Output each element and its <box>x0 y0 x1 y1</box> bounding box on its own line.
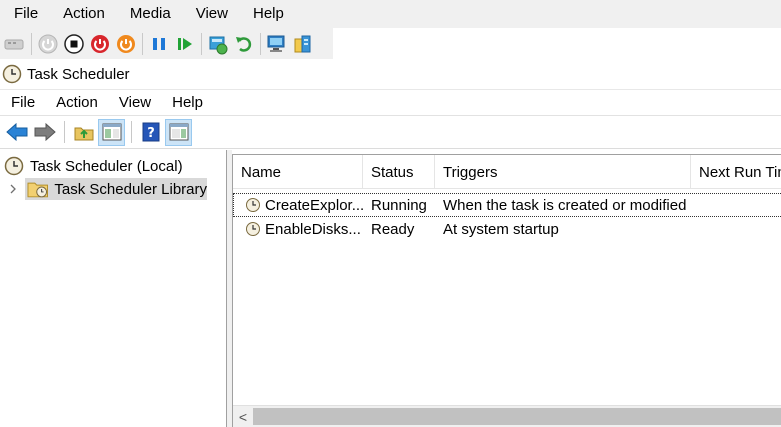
column-header-label: Triggers <box>443 163 498 181</box>
clock-icon <box>2 64 22 84</box>
show-hide-console-tree-icon <box>102 123 121 141</box>
revert-icon <box>236 36 252 52</box>
revert-button[interactable] <box>231 31 257 57</box>
column-header-name[interactable]: Name <box>233 155 363 189</box>
tree-expander[interactable] <box>8 178 18 200</box>
start-icon <box>38 34 58 53</box>
save-state-button[interactable] <box>113 31 139 57</box>
task-status: Ready <box>371 220 415 238</box>
shutdown-icon <box>91 34 109 53</box>
window-titlebar: Task Scheduler <box>0 59 781 89</box>
start-button[interactable] <box>35 31 61 57</box>
horizontal-scrollbar[interactable]: < <box>233 405 781 427</box>
host-menu-action[interactable]: Action <box>49 0 116 28</box>
task-clock-icon <box>246 222 260 236</box>
scroll-left-arrow[interactable]: < <box>233 406 253 427</box>
toolbar-separator <box>201 32 202 55</box>
mmc-menubar: File Action View Help <box>0 89 781 115</box>
console-tree: Task Scheduler (Local) Task Scheduler Li… <box>0 150 227 427</box>
pause-button[interactable] <box>146 31 172 57</box>
play-icon <box>178 37 192 50</box>
show-hide-console-tree-button[interactable] <box>98 118 125 146</box>
help-icon: ? <box>142 122 159 142</box>
menu-action[interactable]: Action <box>45 91 108 115</box>
task-triggers: At system startup <box>443 220 559 238</box>
enhanced-session-button[interactable] <box>264 31 290 57</box>
back-icon <box>5 123 27 141</box>
back-button[interactable] <box>3 119 30 146</box>
up-folder-icon <box>74 127 93 141</box>
column-header-label: Next Run Time <box>699 163 781 181</box>
up-one-level-button[interactable] <box>70 119 97 146</box>
task-triggers: When the task is created or modified <box>443 196 687 214</box>
column-header-label: Status <box>371 163 414 181</box>
ctrl-alt-del-icon <box>4 39 24 49</box>
tree-item-root[interactable]: Task Scheduler (Local) <box>4 155 183 177</box>
menu-help[interactable]: Help <box>161 91 213 115</box>
task-status: Running <box>371 196 427 214</box>
host-menu-view[interactable]: View <box>182 0 239 28</box>
host-menu-help[interactable]: Help <box>239 0 295 28</box>
checkpoint-button[interactable] <box>205 31 231 57</box>
column-header-next-run-time[interactable]: Next Run Time <box>691 155 781 189</box>
tree-item-label: Task Scheduler Library <box>54 180 207 198</box>
turn-off-button[interactable] <box>61 31 87 57</box>
task-list: Name Status Triggers Next Run Time Creat… <box>232 154 781 427</box>
toolbar-separator <box>142 32 143 55</box>
folder-clock-icon <box>27 182 48 198</box>
window-title: Task Scheduler <box>27 65 130 83</box>
forward-icon <box>34 123 56 141</box>
scrollbar-thumb[interactable] <box>253 408 781 425</box>
toolbar-separator <box>131 121 132 143</box>
column-header-status[interactable]: Status <box>363 155 435 189</box>
mmc-toolbar: ? <box>0 115 781 149</box>
shutdown-button[interactable] <box>87 31 113 57</box>
show-hide-action-pane-button[interactable] <box>165 118 192 146</box>
share-icon <box>294 35 311 52</box>
host-toolbar <box>0 28 333 59</box>
forward-button[interactable] <box>31 119 58 146</box>
toolbar-separator <box>260 32 261 55</box>
column-header-label: Name <box>241 163 282 181</box>
clock-icon <box>4 156 24 176</box>
menu-view[interactable]: View <box>108 91 161 115</box>
tree-item-library[interactable]: Task Scheduler Library <box>25 178 207 200</box>
table-row[interactable]: CreateExplor... Running When the task is… <box>233 193 781 217</box>
task-name: CreateExplor... <box>265 196 363 214</box>
tree-item-label: Task Scheduler (Local) <box>30 157 183 175</box>
list-header: Name Status Triggers Next Run Time <box>233 155 781 189</box>
enhanced-session-icon <box>267 35 285 52</box>
host-menu-media[interactable]: Media <box>116 0 182 28</box>
chevron-right-icon <box>10 184 16 194</box>
toolbar-separator <box>31 32 32 55</box>
svg-text:?: ? <box>147 126 155 141</box>
pause-icon <box>153 37 165 50</box>
task-clock-icon <box>246 198 260 212</box>
save-icon <box>117 34 135 53</box>
host-menu-file[interactable]: File <box>0 0 49 28</box>
column-header-triggers[interactable]: Triggers <box>435 155 691 189</box>
menu-file[interactable]: File <box>0 91 45 115</box>
host-menubar: File Action Media View Help <box>0 0 781 28</box>
task-name: EnableDisks... <box>265 220 361 238</box>
table-row[interactable]: EnableDisks... Ready At system startup <box>233 217 781 241</box>
task-name-cell: EnableDisks... <box>233 221 363 238</box>
checkpoint-icon <box>209 36 228 54</box>
turn-off-icon <box>64 33 84 54</box>
task-name-cell: CreateExplor... <box>233 197 363 214</box>
toolbar-separator <box>64 121 65 143</box>
show-hide-action-pane-icon <box>169 123 188 141</box>
ctrl-alt-del-button[interactable] <box>2 31 28 57</box>
help-button[interactable]: ? <box>137 119 164 146</box>
resume-button[interactable] <box>172 31 198 57</box>
share-button[interactable] <box>290 31 316 57</box>
